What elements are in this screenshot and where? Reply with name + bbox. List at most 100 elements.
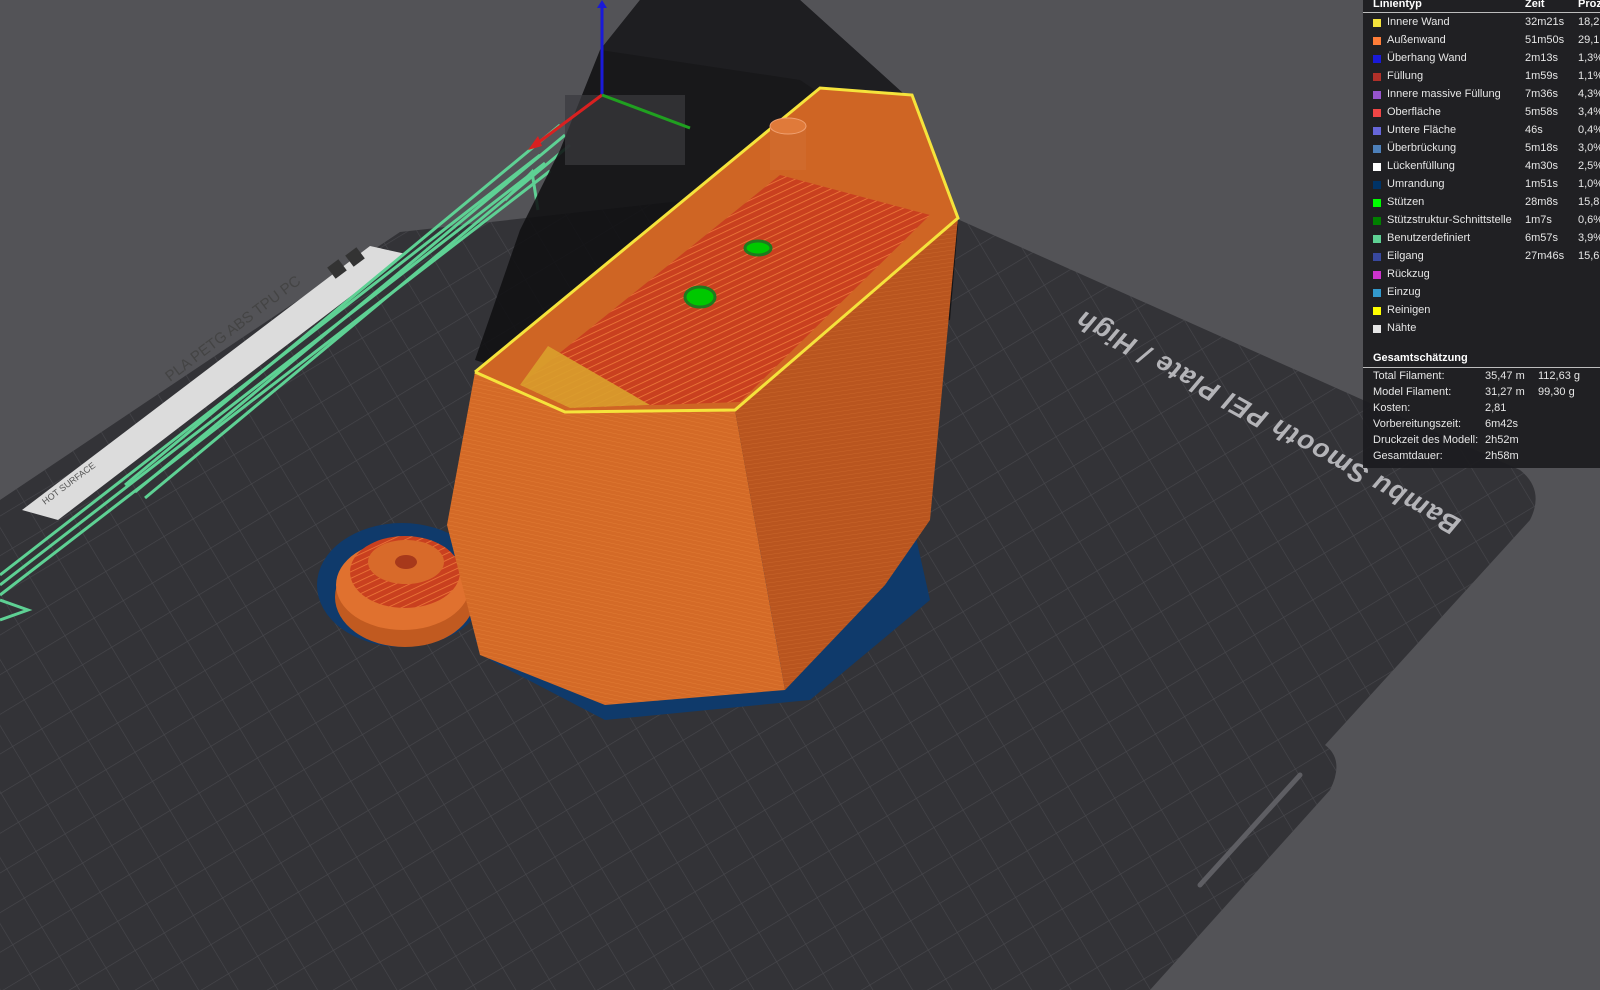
line-type-name: Stützstruktur-Schnittstelle (1387, 214, 1512, 226)
color-swatch (1373, 163, 1381, 171)
legend-row[interactable]: Stützen 28m8s 15,8 (1363, 193, 1600, 211)
summary-row: Vorbereitungszeit: 6m42s (1363, 416, 1600, 432)
summary-value: 6m42s (1485, 418, 1519, 430)
color-swatch (1373, 235, 1381, 243)
line-type-percent: 29,1 (1578, 34, 1600, 46)
legend-row[interactable]: Benutzerdefiniert 6m57s 3,9% (1363, 229, 1600, 247)
line-type-percent: 3,0% (1578, 142, 1600, 154)
color-swatch (1373, 127, 1381, 135)
line-type-name: Eilgang (1387, 250, 1424, 262)
summary-value-2: 99,30 g (1538, 386, 1575, 398)
line-type-percent: 1,3% (1578, 52, 1600, 64)
legend-row[interactable]: Innere massive Füllung 7m36s 4,3% (1363, 85, 1600, 103)
line-type-time: 7m36s (1525, 88, 1559, 100)
summary-row: Gesamtdauer: 2h58m (1363, 448, 1600, 464)
summary-value: 35,47 m (1485, 370, 1525, 382)
header-time: Zeit (1525, 0, 1545, 10)
color-swatch (1373, 271, 1381, 279)
summary-title-row: Gesamtschätzung (1363, 349, 1600, 368)
line-type-name: Oberfläche (1387, 106, 1441, 118)
summary-row: Druckzeit des Modell: 2h52m (1363, 432, 1600, 448)
line-type-time: 1m59s (1525, 70, 1559, 82)
line-type-name: Lückenfüllung (1387, 160, 1455, 172)
line-type-percent: 15,8 (1578, 196, 1600, 208)
line-type-percent: 18,2 (1578, 16, 1600, 28)
summary-label: Vorbereitungszeit: (1373, 418, 1462, 430)
summary-label: Kosten: (1373, 402, 1411, 414)
header-percent: Proz (1578, 0, 1600, 10)
legend-row[interactable]: Füllung 1m59s 1,1% (1363, 67, 1600, 85)
color-swatch (1373, 145, 1381, 153)
legend-row[interactable]: Rückzug (1363, 265, 1600, 283)
summary-label: Gesamtdauer: (1373, 450, 1443, 462)
color-swatch (1373, 91, 1381, 99)
legend-row[interactable]: Umrandung 1m51s 1,0% (1363, 175, 1600, 193)
summary-label: Druckzeit des Modell: (1373, 434, 1479, 446)
line-type-time: 46s (1525, 124, 1543, 136)
line-type-time: 5m58s (1525, 106, 1559, 118)
legend-row[interactable]: Nähte (1363, 319, 1600, 337)
legend-row[interactable]: Untere Fläche 46s 0,4% (1363, 121, 1600, 139)
summary-value-2: 112,63 g (1538, 370, 1581, 382)
legend-row[interactable]: Innere Wand 32m21s 18,2 (1363, 13, 1600, 31)
legend-row[interactable]: Eilgang 27m46s 15,6 (1363, 247, 1600, 265)
line-type-name: Stützen (1387, 196, 1425, 208)
line-type-percent: 0,4% (1578, 124, 1600, 136)
summary-row: Kosten: 2,81 (1363, 400, 1600, 416)
legend-row[interactable]: Außenwand 51m50s 29,1 (1363, 31, 1600, 49)
line-type-name: Innere massive Füllung (1387, 88, 1501, 100)
color-swatch (1373, 19, 1381, 27)
color-swatch (1373, 37, 1381, 45)
legend-row[interactable]: Überhang Wand 2m13s 1,3% (1363, 49, 1600, 67)
line-type-legend: Linientyp Zeit Proz Innere Wand 32m21s 18,… (1363, 0, 1600, 468)
line-type-percent: 0,6% (1578, 214, 1600, 226)
color-swatch (1373, 253, 1381, 261)
line-type-name: Untere Fläche (1387, 124, 1457, 136)
line-type-name: Außenwand (1387, 34, 1446, 46)
line-type-percent: 1,1% (1578, 70, 1600, 82)
legend-row[interactable]: Reinigen (1363, 301, 1600, 319)
color-swatch (1373, 181, 1381, 189)
summary-value: 2h52m (1485, 434, 1519, 446)
summary-value: 2h58m (1485, 450, 1519, 462)
summary-rows: Total Filament: 35,47 m 112,63 g Model Fila… (1363, 368, 1600, 464)
line-type-name: Reinigen (1387, 304, 1431, 316)
line-type-percent: 15,6 (1578, 250, 1600, 262)
line-type-name: Rückzug (1387, 268, 1430, 280)
header-line-type: Linientyp (1373, 0, 1422, 10)
legend-row[interactable]: Stützstruktur-Schnittstelle 1m7s 0,6% (1363, 211, 1600, 229)
line-type-time: 32m21s (1525, 16, 1565, 28)
line-type-time: 1m51s (1525, 178, 1559, 190)
color-swatch (1373, 73, 1381, 81)
line-type-time: 27m46s (1525, 250, 1565, 262)
summary-title: Gesamtschätzung (1373, 352, 1468, 364)
line-type-percent: 1,0% (1578, 178, 1600, 190)
line-type-percent: 3,9% (1578, 232, 1600, 244)
color-swatch (1373, 109, 1381, 117)
line-type-name: Überbrückung (1387, 142, 1457, 154)
line-type-time: 1m7s (1525, 214, 1552, 226)
line-type-time: 5m18s (1525, 142, 1559, 154)
color-swatch (1373, 307, 1381, 315)
summary-label: Total Filament: (1373, 370, 1445, 382)
summary-value: 2,81 (1485, 402, 1507, 414)
legend-row[interactable]: Oberfläche 5m58s 3,4% (1363, 103, 1600, 121)
line-type-name: Benutzerdefiniert (1387, 232, 1471, 244)
line-type-name: Überhang Wand (1387, 52, 1467, 64)
legend-rows: Innere Wand 32m21s 18,2 Außenwand 51m50s 29,1… (1363, 13, 1600, 337)
line-type-name: Füllung (1387, 70, 1424, 82)
line-type-time: 4m30s (1525, 160, 1559, 172)
legend-row[interactable]: Lückenfüllung 4m30s 2,5% (1363, 157, 1600, 175)
summary-label: Model Filament: (1373, 386, 1452, 398)
legend-header: Linientyp Zeit Proz (1363, 0, 1600, 13)
legend-row[interactable]: Einzug (1363, 283, 1600, 301)
color-swatch (1373, 325, 1381, 333)
line-type-percent: 4,3% (1578, 88, 1600, 100)
line-type-time: 51m50s (1525, 34, 1565, 46)
summary-value: 31,27 m (1485, 386, 1525, 398)
line-type-percent: 2,5% (1578, 160, 1600, 172)
3d-viewport[interactable]: Bambu Smooth PEI Plate / High PLA PETG A… (0, 0, 1600, 990)
color-swatch (1373, 55, 1381, 63)
legend-row[interactable]: Überbrückung 5m18s 3,0% (1363, 139, 1600, 157)
line-type-percent: 3,4% (1578, 106, 1600, 118)
